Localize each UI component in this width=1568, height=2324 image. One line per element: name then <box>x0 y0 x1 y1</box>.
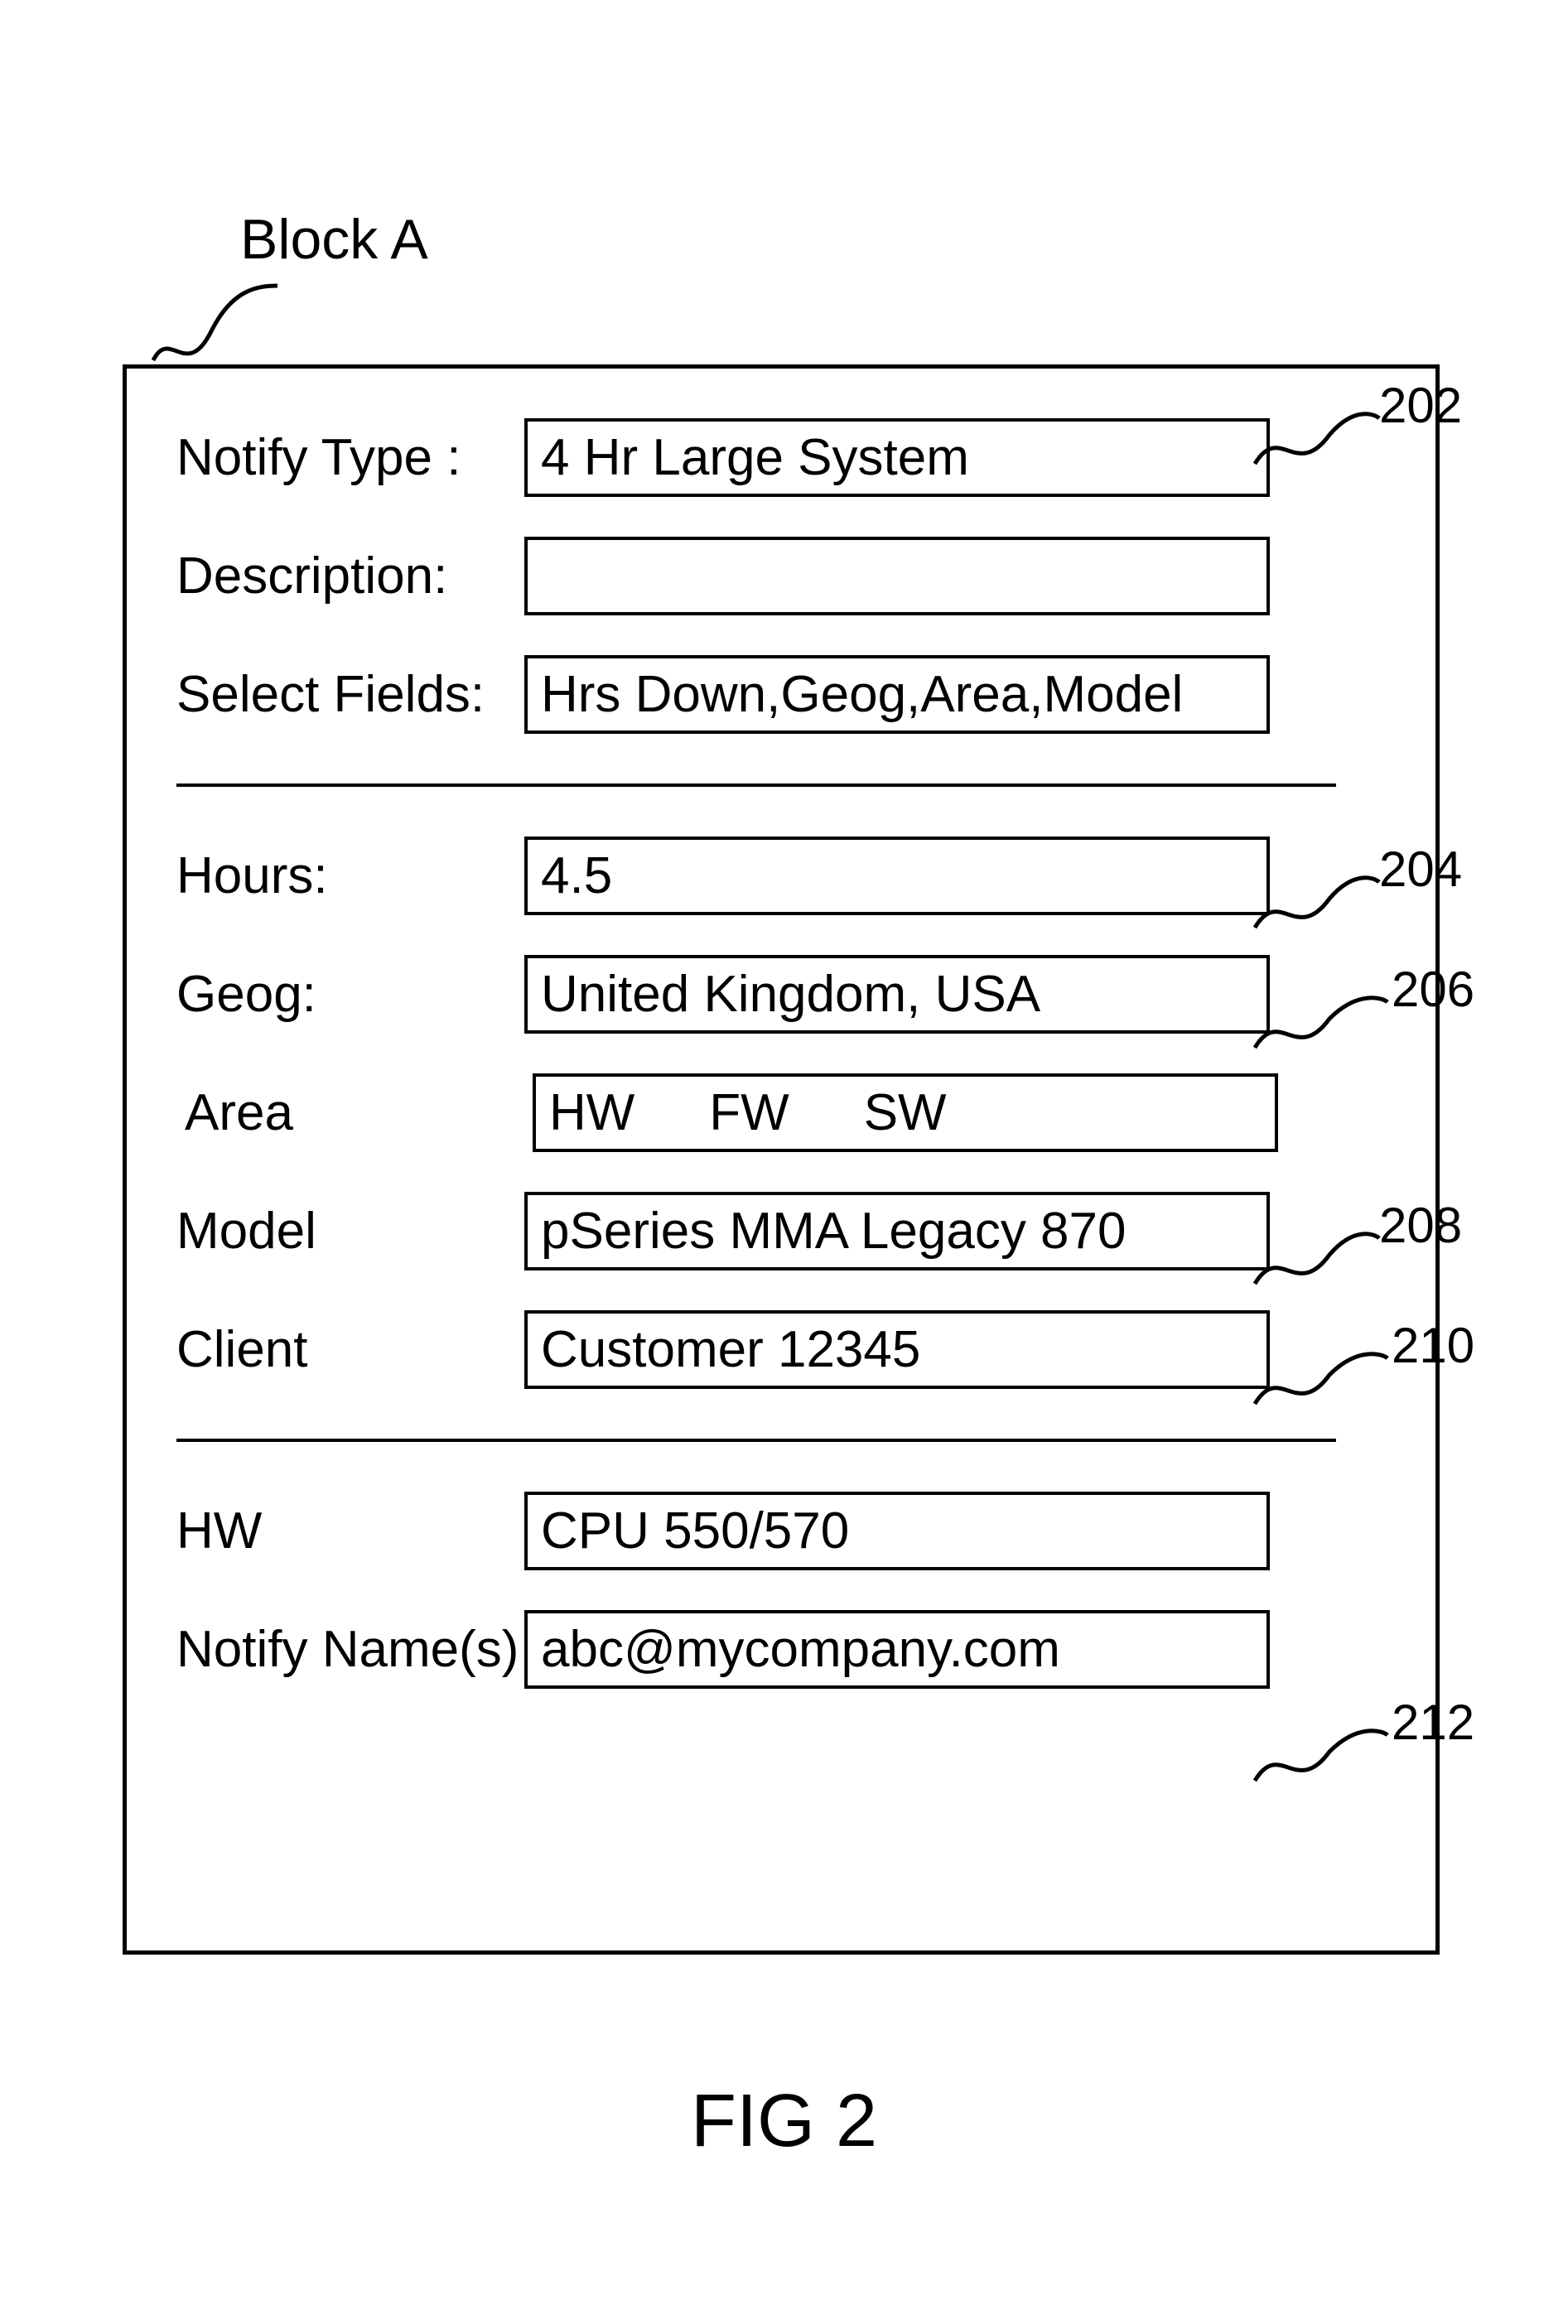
field-notify-type[interactable]: 4 Hr Large System <box>524 418 1270 497</box>
row-geog: Geog: United Kingdom, USA <box>176 955 1369 1034</box>
field-client[interactable]: Customer 12345 <box>524 1310 1270 1389</box>
field-hw[interactable]: CPU 550/570 <box>524 1492 1270 1570</box>
row-model: Model pSeries MMA Legacy 870 <box>176 1192 1369 1270</box>
callout-line-210 <box>1251 1354 1392 1412</box>
ref-202: 202 <box>1379 377 1462 434</box>
field-model[interactable]: pSeries MMA Legacy 870 <box>524 1192 1270 1270</box>
area-option-sw: SW <box>864 1083 947 1142</box>
callout-line-208 <box>1251 1234 1383 1292</box>
label-area: Area <box>176 1083 533 1142</box>
label-hours: Hours: <box>176 846 524 905</box>
label-hw: HW <box>176 1502 524 1560</box>
field-description[interactable] <box>524 537 1270 615</box>
callout-line-206 <box>1251 998 1392 1056</box>
block-a-pointer <box>149 282 282 373</box>
area-option-hw: HW <box>549 1083 634 1142</box>
ref-210: 210 <box>1392 1317 1474 1374</box>
block-a-label: Block A <box>240 207 428 272</box>
row-description: Description: <box>176 537 1369 615</box>
callout-line-204 <box>1251 878 1383 936</box>
field-area[interactable]: HW FW SW <box>533 1073 1278 1152</box>
label-notify-names: Notify Name(s) <box>176 1620 524 1679</box>
row-select-fields: Select Fields: Hrs Down,Geog,Area,Model <box>176 655 1369 734</box>
row-notify-type: Notify Type : 4 Hr Large System <box>176 418 1369 497</box>
callout-line-202 <box>1251 414 1383 472</box>
block-a-container: Notify Type : 4 Hr Large System Descript… <box>123 364 1440 1955</box>
row-hw: HW CPU 550/570 <box>176 1492 1369 1570</box>
field-select-fields[interactable]: Hrs Down,Geog,Area,Model <box>524 655 1270 734</box>
label-select-fields: Select Fields: <box>176 665 524 724</box>
row-area: Area HW FW SW <box>176 1073 1369 1152</box>
ref-204: 204 <box>1379 841 1462 898</box>
ref-208: 208 <box>1379 1197 1462 1254</box>
field-geog[interactable]: United Kingdom, USA <box>524 955 1270 1034</box>
field-hours[interactable]: 4.5 <box>524 837 1270 915</box>
row-notify-names: Notify Name(s) abc@mycompany.com <box>176 1610 1369 1689</box>
callout-line-212 <box>1251 1731 1392 1789</box>
ref-212: 212 <box>1392 1694 1474 1751</box>
separator-1 <box>176 784 1336 787</box>
row-hours: Hours: 4.5 <box>176 837 1369 915</box>
label-model: Model <box>176 1202 524 1261</box>
label-description: Description: <box>176 547 524 605</box>
row-client: Client Customer 12345 <box>176 1310 1369 1389</box>
ref-206: 206 <box>1392 961 1474 1018</box>
area-option-fw: FW <box>709 1083 789 1142</box>
label-geog: Geog: <box>176 965 524 1024</box>
label-notify-type: Notify Type : <box>176 428 524 487</box>
separator-2 <box>176 1439 1336 1442</box>
label-client: Client <box>176 1320 524 1379</box>
field-notify-names[interactable]: abc@mycompany.com <box>524 1610 1270 1689</box>
figure-caption: FIG 2 <box>0 2079 1568 2164</box>
